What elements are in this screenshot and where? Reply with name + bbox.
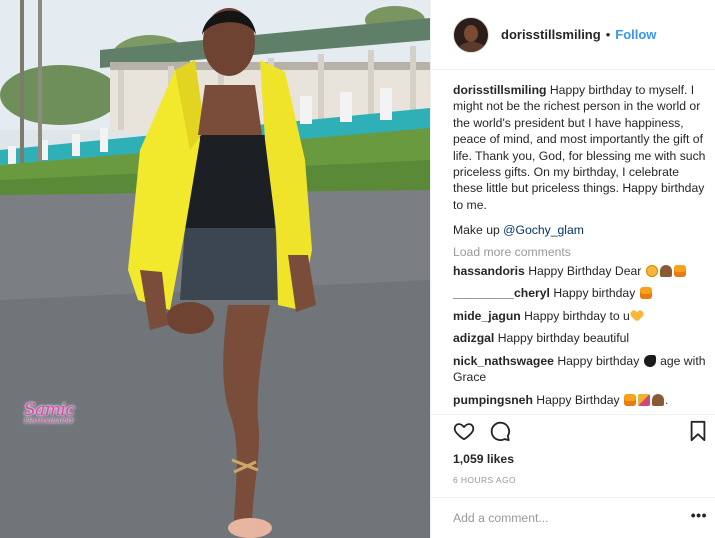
gift-emoji-icon [673, 265, 686, 278]
post-header: dorisstillsmiling • Follow [431, 0, 715, 70]
heart-emoji-icon [631, 311, 643, 322]
gift-emoji-icon [639, 287, 652, 300]
post-photo[interactable]: Samic PHOTOGRAPHY [0, 0, 430, 538]
comment-item: mide_jagun Happy birthday to u [453, 308, 708, 324]
comment-text: Happy birthday [557, 353, 640, 368]
makeup-prefix: Make up [453, 223, 504, 238]
comment-user[interactable]: pumpingsneh [453, 393, 533, 407]
likes-count[interactable]: 1,059 likes [453, 452, 514, 466]
more-options-button[interactable]: ••• [691, 507, 707, 523]
comment-text: Happy birthday to u [524, 308, 630, 323]
author-handle[interactable]: dorisstillsmiling [501, 27, 601, 42]
smile-emoji-icon [645, 265, 658, 278]
cake-emoji-icon [652, 393, 665, 406]
comment-text: Happy birthday beautiful [497, 331, 630, 346]
comment-user[interactable]: mide_jagun [453, 309, 521, 323]
add-comment-bar: ••• [431, 497, 715, 538]
comment-item: nick_nathswagee Happy birthday age with … [453, 353, 708, 386]
load-more-comments-button[interactable]: Load more comments [453, 244, 708, 260]
comment-text-after: . [665, 392, 669, 407]
caption-text: Happy birthday to myself. I might not be… [453, 83, 706, 212]
comment-user[interactable]: adizgal [453, 331, 494, 345]
post-side-panel: dorisstillsmiling • Follow dorisstillsmi… [430, 0, 715, 538]
follow-button[interactable]: Follow [615, 27, 656, 42]
comments-section: dorisstillsmiling Happy birthday to myse… [453, 82, 708, 414]
post-timestamp[interactable]: 6 HOURS AGO [453, 475, 516, 485]
party-emoji-icon [638, 393, 651, 406]
gift-emoji-icon [624, 393, 637, 406]
comment-item: _________cheryl Happy birthday [453, 285, 708, 301]
makeup-mention-link[interactable]: @Gochy_glam [503, 223, 584, 237]
comment-item: adizgal Happy birthday beautiful [453, 330, 708, 346]
comment-item: hassandoris Happy Birthday Dear [453, 263, 708, 279]
post-actions [453, 420, 707, 446]
speech-bubble-icon[interactable] [489, 420, 511, 442]
comment-text: Happy Birthday Dear [528, 264, 642, 279]
comment-item: pumpingsneh Happy Birthday . [453, 392, 708, 408]
avatar[interactable] [453, 16, 489, 53]
makeup-credit: Make up @Gochy_glam [453, 222, 708, 238]
comment-user[interactable]: hassandoris [453, 264, 525, 278]
photo-watermark: Samic PHOTOGRAPHY [24, 400, 75, 425]
comment-text: Happy Birthday [536, 392, 620, 407]
post-caption: dorisstillsmiling Happy birthday to myse… [453, 82, 708, 213]
cake-emoji-icon [659, 265, 672, 278]
comment-user[interactable]: nick_nathswagee [453, 354, 554, 368]
bird-emoji-icon [643, 354, 656, 367]
heart-icon[interactable] [453, 420, 475, 442]
caption-user[interactable]: dorisstillsmiling [453, 83, 546, 97]
comment-user[interactable]: _________cheryl [453, 286, 550, 300]
actions-divider [431, 414, 715, 415]
bookmark-icon[interactable] [689, 420, 707, 442]
comment-text: Happy birthday [553, 286, 636, 301]
comment-input[interactable] [453, 509, 673, 527]
photo-scene [0, 0, 430, 538]
header-separator: • [605, 27, 611, 42]
